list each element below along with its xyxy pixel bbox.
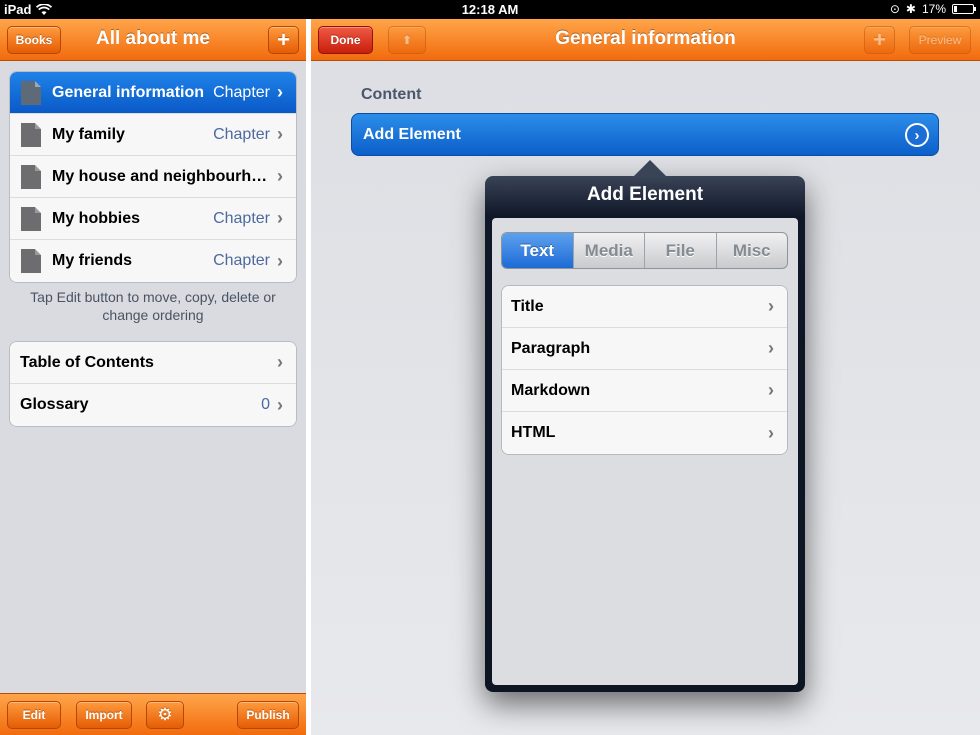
chevron-right-icon: › [277, 208, 283, 228]
element-type-segmented-control: Text Media File Misc [501, 232, 788, 269]
battery-icon [952, 4, 976, 14]
chapter-row-my-family[interactable]: My family Chapter › [10, 114, 296, 156]
add-element-row[interactable]: Add Element › [351, 113, 939, 156]
edit-hint: Tap Edit button to move, copy, delete or… [30, 289, 276, 323]
tab-media[interactable]: Media [574, 233, 645, 268]
bluetooth-icon: ✱ [905, 2, 916, 16]
import-button[interactable]: Import [76, 701, 132, 729]
document-icon [21, 80, 41, 105]
gear-icon: ⚙ [157, 705, 173, 724]
chevron-right-icon: › [768, 296, 774, 316]
left-navbar: Books All about me + [0, 19, 306, 61]
add-element-popover: Add Element Text Media File Misc Title ›… [485, 160, 805, 692]
add-chapter-button[interactable]: + [268, 26, 299, 54]
popover-arrow [633, 160, 667, 177]
battery-fill [954, 6, 958, 12]
chapter-label: My hobbies [52, 209, 141, 227]
element-option-html[interactable]: HTML › [502, 412, 787, 454]
element-option-title[interactable]: Title › [502, 286, 787, 328]
chapter-row-my-hobbies[interactable]: My hobbies Chapter › [10, 198, 296, 240]
orientation-lock-icon: ⊙ [889, 2, 900, 16]
chevron-right-icon: › [768, 380, 774, 400]
chapter-row-general-information[interactable]: General information Chapter › [10, 72, 296, 114]
element-option-paragraph[interactable]: Paragraph › [502, 328, 787, 370]
chapter-row-my-house[interactable]: My house and neighbourhood › [10, 156, 296, 198]
chapter-editor: Done ⬆ General information + Preview Con… [311, 19, 980, 735]
chevron-right-icon: › [277, 250, 283, 271]
option-label: Title [511, 297, 544, 315]
chevron-right-icon: › [768, 422, 774, 443]
option-label: Paragraph [511, 339, 591, 357]
chapter-detail: Chapter [213, 252, 270, 269]
chevron-right-icon: › [277, 166, 283, 186]
chapter-detail: Chapter [213, 83, 270, 101]
edit-button[interactable]: Edit [7, 701, 61, 729]
option-label: Markdown [511, 381, 591, 399]
chevron-right-icon: › [277, 352, 283, 372]
chapter-label: My house and neighbourhood [52, 167, 270, 185]
publish-button[interactable]: Publish [237, 701, 299, 729]
content-section-label: Content [361, 86, 422, 103]
battery-percent: 17% [921, 2, 946, 16]
element-type-list: Title › Paragraph › Markdown › HTML › [501, 285, 788, 455]
book-sidebar: Books All about me + General information… [0, 19, 306, 735]
settings-button[interactable]: ⚙ [146, 701, 184, 729]
preview-button[interactable]: Preview [909, 26, 971, 54]
plus-icon: + [277, 27, 290, 52]
popover-body: Text Media File Misc Title › Paragraph ›… [492, 218, 798, 685]
upload-button[interactable]: ⬆ [388, 26, 426, 54]
chevron-right-icon: › [768, 338, 774, 358]
chapter-detail: Chapter [213, 125, 270, 143]
plus-icon: + [873, 27, 886, 52]
glossary-row[interactable]: Glossary 0 › [10, 384, 296, 426]
chevron-right-icon: › [277, 394, 283, 415]
left-toolbar: Edit Import ⚙ Publish [0, 693, 306, 735]
chapter-label: My friends [52, 252, 133, 269]
chevron-right-icon: › [277, 82, 283, 102]
chapter-list: General information Chapter › My family … [9, 71, 297, 283]
document-icon [21, 164, 41, 189]
status-bar: iPad 12:18 AM ⊙ ✱ 17% [0, 0, 980, 19]
chapter-label: General information [52, 83, 205, 101]
document-icon [21, 206, 41, 231]
row-label: Glossary [20, 396, 89, 413]
document-icon [21, 249, 41, 273]
done-button[interactable]: Done [318, 26, 373, 54]
popover-title: Add Element [586, 184, 704, 205]
chapter-detail: Chapter [213, 209, 270, 227]
add-button[interactable]: + [864, 26, 895, 54]
tab-misc[interactable]: Misc [717, 233, 788, 268]
table-of-contents-row[interactable]: Table of Contents › [10, 342, 296, 384]
add-element-label: Add Element [363, 125, 461, 143]
tab-text[interactable]: Text [502, 233, 574, 268]
books-button[interactable]: Books [7, 26, 61, 54]
chapter-row-my-friends[interactable]: My friends Chapter › [10, 240, 296, 282]
status-time: 12:18 AM [461, 2, 519, 17]
element-option-markdown[interactable]: Markdown › [502, 370, 787, 412]
extras-list: Table of Contents › Glossary 0 › [9, 341, 297, 427]
chapter-label: My family [52, 125, 125, 143]
document-icon [21, 122, 41, 147]
chevron-right-icon: › [277, 124, 283, 144]
glossary-count: 0 [261, 396, 270, 413]
row-label: Table of Contents [20, 353, 154, 371]
option-label: HTML [511, 424, 556, 441]
upload-icon: ⬆ [401, 33, 413, 47]
right-navbar: Done ⬆ General information + Preview [311, 19, 980, 61]
tab-file[interactable]: File [645, 233, 717, 268]
disclosure-arrow-icon[interactable]: › [905, 123, 929, 147]
